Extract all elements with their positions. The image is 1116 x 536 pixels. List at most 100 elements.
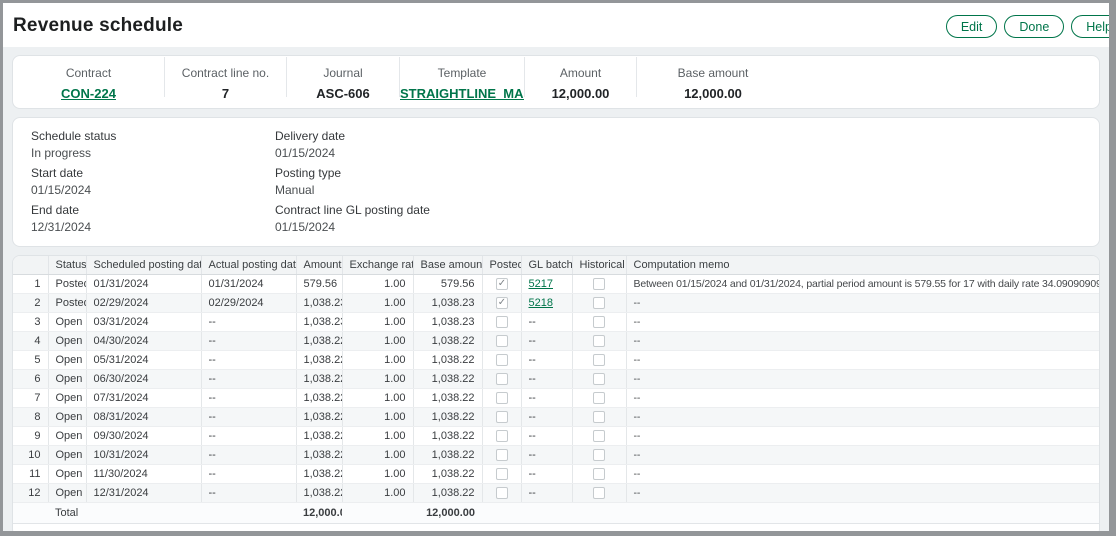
detail-pair: Start date01/15/2024 <box>31 166 275 197</box>
cell-amount: 1,038.22 <box>296 445 342 464</box>
posted-checkbox[interactable] <box>496 449 508 461</box>
col-header: Actual posting date <box>201 256 296 274</box>
historical-checkbox[interactable] <box>593 487 605 499</box>
details-col-left: Schedule statusIn progress Start date01/1… <box>31 129 275 234</box>
historical-checkbox[interactable] <box>593 373 605 385</box>
table-row: 9Open09/30/2024--1,038.221.001,038.22---… <box>13 426 1099 445</box>
historical-checkbox[interactable] <box>593 335 605 347</box>
cell-status: Open <box>48 407 86 426</box>
cell-computation-memo: -- <box>626 293 1099 312</box>
cell-gl-batch: -- <box>521 426 572 445</box>
cell-amount: 1,038.23 <box>296 312 342 331</box>
gl-batch-link[interactable]: 5217 <box>529 278 553 290</box>
cell-scheduled-posting-date: 01/31/2024 <box>86 274 201 293</box>
cell-posted <box>482 350 521 369</box>
gl-batch-link[interactable]: 5218 <box>529 297 553 309</box>
summary-field-link[interactable]: CON-224 <box>13 86 164 101</box>
cell-base-amount: 1,038.22 <box>413 445 482 464</box>
cell-posted <box>482 388 521 407</box>
cell-exchange-rate: 1.00 <box>342 407 413 426</box>
total-amount: 12,000.00 <box>296 502 342 523</box>
col-header <box>13 256 48 274</box>
historical-checkbox[interactable] <box>593 316 605 328</box>
posted-checkbox[interactable] <box>496 316 508 328</box>
row-number: 1 <box>13 274 48 293</box>
posted-checkbox[interactable] <box>496 335 508 347</box>
cell-actual-posting-date: 01/31/2024 <box>201 274 296 293</box>
cell-actual-posting-date: -- <box>201 331 296 350</box>
posted-checkbox[interactable] <box>496 297 508 309</box>
done-button[interactable]: Done <box>1004 15 1064 38</box>
row-number: 9 <box>13 426 48 445</box>
cell-base-amount: 1,038.23 <box>413 293 482 312</box>
cell-exchange-rate: 1.00 <box>342 274 413 293</box>
summary-field-label: Base amount <box>637 66 789 80</box>
posted-checkbox[interactable] <box>496 373 508 385</box>
cell-status: Open <box>48 388 86 407</box>
cell-computation-memo: -- <box>626 312 1099 331</box>
posted-checkbox[interactable] <box>496 278 508 290</box>
cell-base-amount: 1,038.22 <box>413 350 482 369</box>
historical-checkbox[interactable] <box>593 278 605 290</box>
cell-exchange-rate: 1.00 <box>342 445 413 464</box>
detail-pair: Schedule statusIn progress <box>31 129 275 160</box>
historical-checkbox[interactable] <box>593 468 605 480</box>
summary-field-label: Journal <box>287 66 399 80</box>
summary-field-label: Template <box>400 66 524 80</box>
summary-field-link[interactable]: STRAIGHTLINE_MANUAL <box>400 86 524 101</box>
detail-value: 01/15/2024 <box>275 146 430 160</box>
summary-field-label: Amount <box>525 66 636 80</box>
summary-field: ContractCON-224 <box>13 57 165 97</box>
detail-value: 12/31/2024 <box>31 220 275 234</box>
content-area: ContractCON-224Contract line no.7Journal… <box>3 47 1109 531</box>
row-number: 10 <box>13 445 48 464</box>
col-header: Exchange rate <box>342 256 413 274</box>
historical-checkbox[interactable] <box>593 430 605 442</box>
table-row: 12Open12/31/2024--1,038.221.001,038.22--… <box>13 483 1099 502</box>
cell-status: Posted <box>48 274 86 293</box>
cell-computation-memo: Between 01/15/2024 and 01/31/2024, parti… <box>626 274 1099 293</box>
help-button[interactable]: Help <box>1071 15 1109 38</box>
posted-checkbox[interactable] <box>496 411 508 423</box>
posted-checkbox[interactable] <box>496 430 508 442</box>
cell-amount: 1,038.22 <box>296 464 342 483</box>
cell-base-amount: 1,038.22 <box>413 331 482 350</box>
cell-status: Open <box>48 331 86 350</box>
cell-scheduled-posting-date: 04/30/2024 <box>86 331 201 350</box>
cell-status: Open <box>48 369 86 388</box>
cell-historical <box>572 426 626 445</box>
cell-status: Open <box>48 312 86 331</box>
posted-checkbox[interactable] <box>496 392 508 404</box>
details-card: Schedule statusIn progress Start date01/1… <box>12 117 1100 247</box>
schedule-table-card: StatusScheduled posting dateActual posti… <box>12 255 1100 531</box>
cell-scheduled-posting-date: 05/31/2024 <box>86 350 201 369</box>
cell-posted <box>482 369 521 388</box>
detail-pair: Delivery date01/15/2024 <box>275 129 430 160</box>
total-label: Total <box>48 502 201 523</box>
cell-scheduled-posting-date: 08/31/2024 <box>86 407 201 426</box>
cell-posted <box>482 483 521 502</box>
posted-checkbox[interactable] <box>496 468 508 480</box>
detail-pair: Posting typeManual <box>275 166 430 197</box>
historical-checkbox[interactable] <box>593 411 605 423</box>
summary-field: JournalASC-606 <box>287 57 400 97</box>
cell-base-amount: 1,038.22 <box>413 464 482 483</box>
cell-gl-batch: -- <box>521 445 572 464</box>
historical-checkbox[interactable] <box>593 297 605 309</box>
cell-status: Open <box>48 483 86 502</box>
cell-historical <box>572 331 626 350</box>
historical-checkbox[interactable] <box>593 354 605 366</box>
summary-field: TemplateSTRAIGHTLINE_MANUAL <box>400 57 525 97</box>
posted-checkbox[interactable] <box>496 487 508 499</box>
historical-checkbox[interactable] <box>593 392 605 404</box>
cell-exchange-rate: 1.00 <box>342 293 413 312</box>
cell-actual-posting-date: -- <box>201 312 296 331</box>
cell-base-amount: 1,038.22 <box>413 407 482 426</box>
posted-checkbox[interactable] <box>496 354 508 366</box>
table-row: 4Open04/30/2024--1,038.221.001,038.22---… <box>13 331 1099 350</box>
historical-checkbox[interactable] <box>593 449 605 461</box>
col-header: Status <box>48 256 86 274</box>
cell-actual-posting-date: -- <box>201 350 296 369</box>
cell-computation-memo: -- <box>626 407 1099 426</box>
edit-button[interactable]: Edit <box>946 15 998 38</box>
